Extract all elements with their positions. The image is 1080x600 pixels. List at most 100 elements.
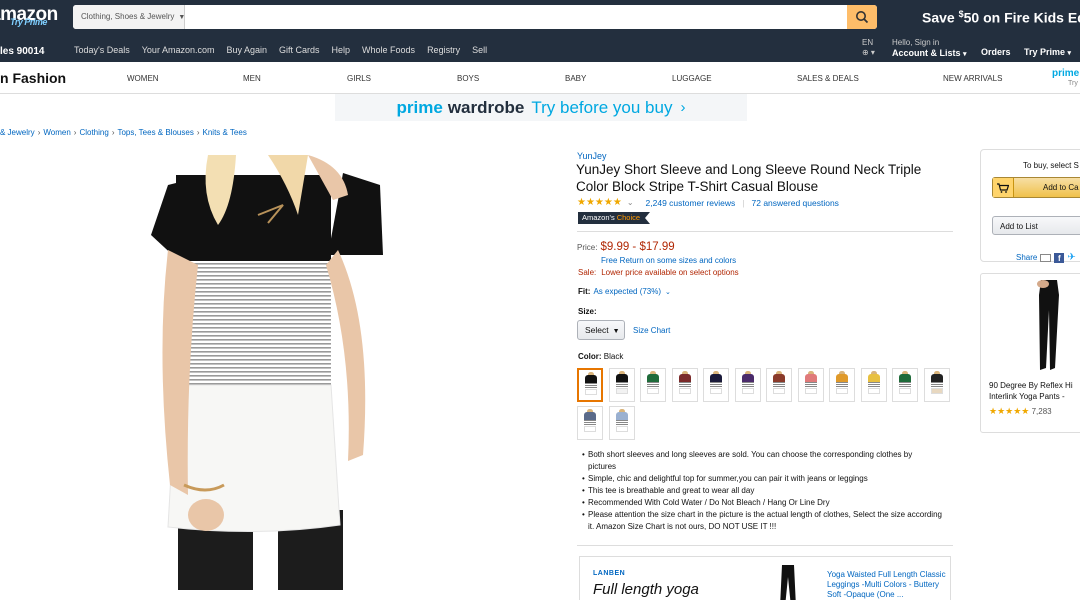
category-girls[interactable]: GIRLS [347,74,371,83]
swatch-top [899,374,911,382]
email-icon[interactable] [1040,253,1052,262]
nav-link-todays-deals[interactable]: Today's Deals [74,45,130,55]
customer-reviews-link[interactable]: 2,249 customer reviews [646,198,736,208]
add-to-cart-label: Add to Ca [1043,183,1079,192]
color-swatch[interactable] [797,368,824,402]
color-swatch[interactable] [892,368,918,402]
amazon-logo[interactable]: amazon Try Prime [0,4,58,27]
product-main-image[interactable] [148,155,390,590]
sale-label: Sale: [578,268,597,277]
add-to-list-button[interactable]: Add to List [992,216,1080,235]
swatch-bottom [899,388,911,394]
search-input[interactable] [186,5,846,29]
divider [577,231,953,232]
nav-link-whole-foods[interactable]: Whole Foods [362,45,415,55]
sponsored-ad[interactable]: LANBEN Full length yoga Yoga Waisted Ful… [579,556,951,600]
buy-box-prompt: To buy, select S [1023,161,1079,170]
nav-link-registry[interactable]: Registry [427,45,460,55]
color-swatch[interactable] [734,368,761,402]
swatch-top [585,375,597,383]
category-women[interactable]: WOMEN [127,74,159,83]
banner-prime: prime [396,97,443,117]
amazons-choice-badge: Amazon's Choice [578,212,651,224]
search-bar: Clothing, Shoes & Jewelry ▼ [73,5,877,29]
brand-link[interactable]: YunJey [577,151,607,161]
side-product-ad[interactable]: 90 Degree By Reflex Hi Interlink Yoga Pa… [980,273,1080,433]
size-chart-link[interactable]: Size Chart [633,326,670,335]
orders-link[interactable]: Orders [981,47,1011,57]
category-baby[interactable]: BABY [565,74,586,83]
color-swatch[interactable] [860,368,887,402]
account-menu[interactable]: Hello, Sign in Account & Lists ▾ [892,38,967,60]
try-prime-menu[interactable]: Try Prime ▾ [1024,47,1071,57]
swatch-top [930,374,943,382]
buy-box: To buy, select S Add to Ca Add to List [980,149,1080,262]
account-lists: Account & Lists [892,48,961,58]
breadcrumb-item[interactable]: & Jewelry [0,128,35,137]
color-swatch[interactable] [766,368,792,402]
store-title[interactable]: n Fashion [0,70,66,86]
category-luggage[interactable]: LUGGAGE [672,74,712,83]
ad-headline: Full length yoga [593,581,699,598]
swatch-bottom [615,388,628,394]
facebook-icon[interactable]: f [1054,252,1065,263]
promo-banner[interactable]: Save $50 on Fire Kids Ed [922,9,1080,26]
swatch-bottom [836,388,848,394]
color-swatch[interactable] [829,368,855,402]
prime-wardrobe-banner[interactable]: prime wardrobe Try before you buy › [335,94,747,121]
language-selector[interactable]: EN ⊕ ▾ [862,38,875,58]
nav-link-your-amazon[interactable]: Your Amazon.com [142,45,215,55]
nav-link-help[interactable]: Help [332,45,351,55]
fit-value-link[interactable]: As expected (73%) [593,287,661,296]
category-sales-deals[interactable]: SALES & DEALS [797,74,859,83]
color-label: Color: [578,352,602,361]
color-swatch[interactable] [608,368,635,402]
swatch-top [804,374,817,382]
try-prime-link[interactable]: Try Prime [10,17,47,27]
breadcrumb-item[interactable]: Knits & Tees [203,128,247,137]
search-button[interactable] [847,5,877,29]
category-men[interactable]: MEN [243,74,261,83]
divider [577,545,953,546]
leggings-image[interactable] [776,565,800,600]
feature-bullet: Both short sleeves and long sleeves are … [582,449,942,473]
banner-wardrobe: wardrobe [447,97,525,117]
add-to-cart-button[interactable]: Add to Ca [992,177,1080,198]
breadcrumb-item[interactable]: Tops, Tees & Blouses [117,128,193,137]
prime-logo[interactable]: prime [1052,68,1079,79]
chevron-down-icon[interactable]: ⌄ [665,289,671,296]
swatch-bottom [867,388,880,394]
answered-questions-link[interactable]: 72 answered questions [752,198,839,208]
badge-amazons: Amazon's [578,212,617,224]
size-select[interactable]: Select ▼ [577,320,625,340]
side-ad-title: 90 Degree By Reflex Hi Interlink Yoga Pa… [989,381,1073,401]
promo-pre: Save [922,9,959,26]
free-return-link[interactable]: Free Return on some sizes and colors [601,256,736,265]
deliver-to[interactable]: les 90014 [0,46,45,57]
star-rating-icon[interactable]: ★★★★★ [577,197,622,208]
color-swatch[interactable] [640,368,666,402]
color-swatch[interactable] [671,368,698,402]
color-swatch[interactable] [703,368,729,402]
twitter-icon[interactable]: ✈ [1067,252,1075,263]
chevron-down-icon[interactable]: ⌄ [627,198,634,207]
nav-link-buy-again[interactable]: Buy Again [226,45,267,55]
breadcrumb-item[interactable]: Women [43,128,70,137]
color-swatch[interactable] [577,406,603,440]
color-swatch[interactable] [577,368,603,402]
nav-link-sell[interactable]: Sell [472,45,487,55]
sale-row: Sale: Lower price available on select opt… [578,268,739,277]
ad-description-link[interactable]: Yoga Waisted Full Length Classic Legging… [827,570,947,600]
search-department-dropdown[interactable]: Clothing, Shoes & Jewelry ▼ [73,5,185,29]
nav-link-gift-cards[interactable]: Gift Cards [279,45,320,55]
size-label: Size: [578,307,597,316]
swatch-top [678,374,691,382]
category-new-arrivals[interactable]: NEW ARRIVALS [943,74,1002,83]
rating-row: ★★★★★ ⌄ 2,249 customer reviews | 72 answ… [577,197,839,208]
color-swatch[interactable] [608,406,635,440]
yoga-pants-image[interactable] [1027,280,1067,372]
feature-bullet: This tee is breathable and great to wear… [582,485,942,497]
color-swatch[interactable] [923,368,950,402]
category-boys[interactable]: BOYS [457,74,479,83]
breadcrumb-item[interactable]: Clothing [79,128,108,137]
